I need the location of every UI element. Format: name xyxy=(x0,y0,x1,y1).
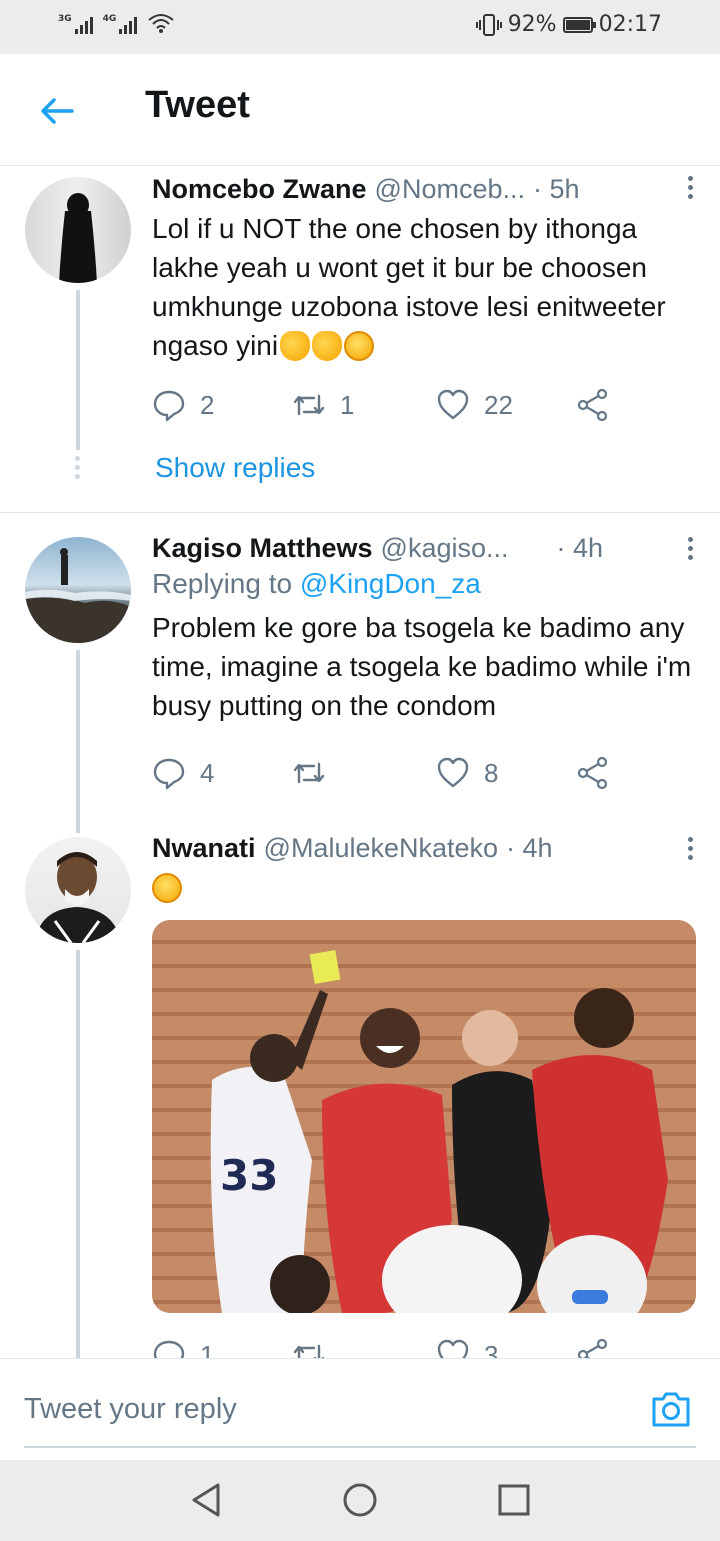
reply-button[interactable]: 1 xyxy=(152,1338,214,1358)
more-options-icon[interactable] xyxy=(680,837,700,867)
tweet-time: · 4h xyxy=(556,533,604,563)
tweet-text: Lol if u NOT the one chosen by ithonga l… xyxy=(152,213,666,361)
thread-line xyxy=(76,290,80,450)
reply-button[interactable]: 4 xyxy=(152,756,214,790)
page-title: Tweet xyxy=(145,84,250,126)
author-handle[interactable]: @kagiso... xyxy=(381,533,509,564)
retweet-icon xyxy=(293,394,325,416)
tweet[interactable]: Kagiso Matthews @kagiso... · 4h Replying… xyxy=(0,513,720,833)
share-button[interactable] xyxy=(576,756,610,790)
share-button[interactable] xyxy=(576,388,610,422)
reply-button[interactable]: 2 xyxy=(152,388,214,422)
input-underline xyxy=(24,1446,696,1448)
like-count: 8 xyxy=(484,757,499,788)
retweet-button[interactable] xyxy=(292,1338,340,1358)
tweet-text xyxy=(152,868,696,907)
reply-icon xyxy=(153,390,185,422)
rolling-laughing-icon xyxy=(344,331,375,361)
show-replies-link[interactable]: Show replies xyxy=(155,452,315,484)
share-icon xyxy=(577,756,608,790)
like-count: 3 xyxy=(484,1339,499,1359)
more-options-icon[interactable] xyxy=(680,176,700,206)
author-handle[interactable]: @Nomceb... xyxy=(375,174,525,205)
like-button[interactable]: 8 xyxy=(436,756,498,790)
nav-back-icon[interactable] xyxy=(186,1480,226,1520)
wifi-icon xyxy=(148,14,174,33)
clapping-hands-icon xyxy=(280,331,311,361)
reply-count: 1 xyxy=(200,1339,215,1359)
like-count: 22 xyxy=(484,389,513,420)
reply-composer: Tweet your reply xyxy=(0,1358,720,1458)
like-button[interactable]: 3 xyxy=(436,1338,498,1358)
reply-count: 4 xyxy=(200,757,215,788)
app-header: Tweet xyxy=(0,54,720,166)
author-name[interactable]: Kagiso Matthews xyxy=(152,533,373,564)
tweet-reply-input[interactable]: Tweet your reply xyxy=(24,1393,237,1426)
retweet-icon xyxy=(293,1344,325,1358)
camera-icon[interactable] xyxy=(650,1389,692,1429)
tweet-time: · 5h xyxy=(533,174,580,204)
retweet-icon xyxy=(293,762,325,784)
avatar[interactable] xyxy=(25,537,131,643)
avatar[interactable] xyxy=(25,837,131,943)
heart-icon xyxy=(437,1339,469,1358)
replying-to: Replying to @KingDon_za xyxy=(152,568,481,599)
share-icon xyxy=(577,1338,608,1358)
tweet-time: · 4h xyxy=(506,833,553,863)
avatar[interactable] xyxy=(25,177,131,283)
share-icon xyxy=(577,388,608,422)
retweet-button[interactable] xyxy=(292,756,340,790)
heart-icon xyxy=(437,389,469,420)
share-button[interactable] xyxy=(576,1338,610,1358)
signal-4g-icon: 4G xyxy=(103,12,138,34)
clapping-hands-icon xyxy=(312,331,343,361)
thread-dots xyxy=(75,456,81,483)
signal-3g-icon: 3G xyxy=(58,12,93,34)
thread-line xyxy=(76,650,80,833)
like-button[interactable]: 22 xyxy=(436,388,513,422)
heart-icon xyxy=(437,757,469,788)
tweet-text: Problem ke gore ba tsogela ke badimo any… xyxy=(152,612,692,721)
back-arrow-icon[interactable] xyxy=(36,90,78,132)
nav-recents-icon[interactable] xyxy=(494,1480,534,1520)
author-name[interactable]: Nomcebo Zwane xyxy=(152,174,367,205)
retweet-button[interactable]: 1 xyxy=(292,388,354,422)
thread-line xyxy=(76,950,80,1358)
author-handle[interactable]: @MalulekeNkateko xyxy=(264,833,499,864)
author-name[interactable]: Nwanati xyxy=(152,833,256,864)
system-nav-bar xyxy=(0,1460,720,1541)
tweet[interactable]: Nomcebo Zwane @Nomceb... · 5h Lol if u N… xyxy=(0,166,720,512)
vibrate-icon xyxy=(475,13,502,36)
clock: 02:17 xyxy=(598,12,662,37)
tweet-media-image[interactable]: 33 xyxy=(152,920,696,1313)
status-bar: 3G 4G 92% 02:17 xyxy=(0,0,720,54)
nav-home-icon[interactable] xyxy=(340,1480,380,1520)
reply-icon xyxy=(153,1340,185,1358)
battery-percent: 92% xyxy=(507,12,557,37)
more-options-icon[interactable] xyxy=(680,537,700,567)
retweet-count: 1 xyxy=(340,389,355,420)
rolling-laughing-icon xyxy=(152,873,182,903)
battery-icon xyxy=(562,16,596,33)
reply-count: 2 xyxy=(200,389,215,420)
mention-link[interactable]: @KingDon_za xyxy=(300,568,481,599)
reply-icon xyxy=(153,758,185,790)
svg-text:33: 33 xyxy=(220,1151,278,1200)
